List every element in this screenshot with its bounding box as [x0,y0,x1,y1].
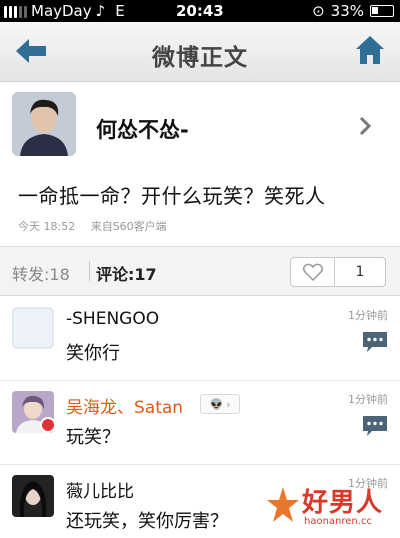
status-bar-right: ⊙ 33% [312,2,394,20]
tabs-row: 转发:18 评论:17 1 [0,246,400,296]
like-group: 1 [290,257,386,287]
battery-icon [370,5,394,17]
default-avatar-icon [12,307,54,349]
like-count: 1 [355,264,365,280]
comment-text: 玩笑？ [66,427,120,448]
nav-bar: 微博正文 [0,22,400,82]
heart-icon [302,263,323,281]
watermark-url: haonanren.cc [304,516,372,527]
alien-icon: 👽 [209,397,224,411]
comment-item[interactable]: -SHENGOO 1分钟前 笑你行 [0,297,400,381]
guitar-icon: ♪ [95,2,106,20]
comment-author[interactable]: 吴海龙、Satan [66,393,183,418]
watermark-logo: 好男人 haonanren.cc [266,482,394,532]
comment-avatar[interactable] [12,307,54,349]
home-icon[interactable] [354,34,386,66]
comment-author[interactable]: -SHENGOO [66,309,159,329]
comment-time: 1分钟前 [348,309,388,322]
carrier-label: MayDay [31,2,92,20]
author-row[interactable]: 何怂不怂- [0,82,400,172]
battery-percent: 33% [330,2,364,20]
comment-text: 笑你行 [66,343,120,364]
tab-comment[interactable]: 评论:17 [96,261,157,285]
person-avatar-icon [12,92,76,156]
network-label: E [115,2,125,20]
chevron-right-icon[interactable] [358,116,372,136]
rotation-lock-icon: ⊙ [312,2,325,20]
tab-divider [89,261,90,281]
signal-icon [4,4,27,18]
author-name[interactable]: 何怂不怂- [96,114,189,144]
star-logo-icon [267,487,299,522]
comment-text: 还玩笑，笑你厉害？ [66,511,228,532]
tab-repost[interactable]: 转发:18 [12,261,70,285]
reply-bubble-icon[interactable] [362,331,388,353]
comment-time: 1分钟前 [348,393,388,406]
member-badge[interactable]: 👽 › [200,394,240,414]
badge-chevron-icon: › [226,397,231,411]
vip-badge-icon [40,417,56,433]
post-meta: 今天 18:52 来自S60客户端 [18,218,179,234]
page-title: 微博正文 [152,45,248,71]
status-time: 20:43 [176,2,224,20]
comment-avatar[interactable] [12,475,54,517]
post-source: 来自S60客户端 [90,220,167,233]
comment-item[interactable]: 吴海龙、Satan 👽 › 1分钟前 玩笑？ [0,381,400,465]
person-avatar-icon [12,475,54,517]
post-text: 一命抵一命？开什么玩笑？笑死人 [18,184,326,208]
like-button[interactable] [291,258,335,286]
status-bar: MayDay ♪ E 20:43 ⊙ 33% [0,0,400,22]
author-avatar[interactable] [12,92,76,156]
post-time: 今天 18:52 [18,220,76,233]
watermark-brand: 好男人 [302,488,384,518]
status-bar-left: MayDay ♪ E [4,2,125,20]
comment-author[interactable]: 薇儿比比 [66,477,134,502]
reply-bubble-icon[interactable] [362,415,388,437]
